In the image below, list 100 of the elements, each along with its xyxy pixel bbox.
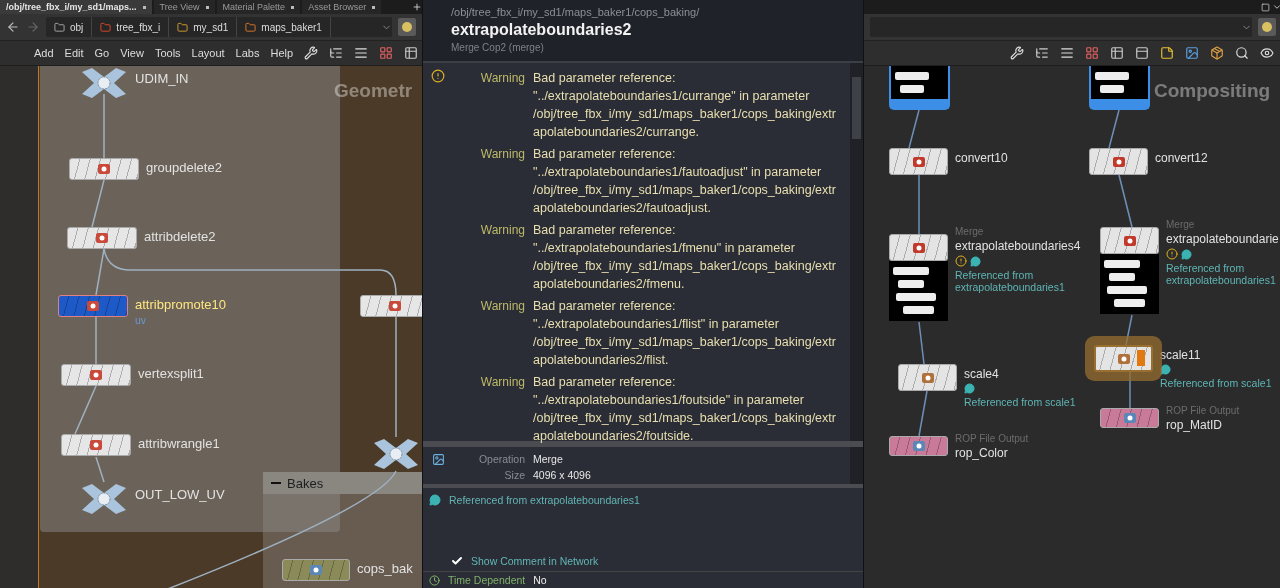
- wire: [95, 456, 105, 483]
- tools-icon[interactable]: [304, 46, 319, 60]
- node-tile[interactable]: [1100, 227, 1159, 254]
- node-tile[interactable]: [889, 234, 948, 261]
- image-node[interactable]: [1089, 66, 1150, 110]
- node-type: Merge Cop2 (merge): [451, 42, 545, 53]
- tools-icon[interactable]: [1010, 46, 1024, 60]
- node-comment: uv: [135, 314, 148, 326]
- node-tile[interactable]: [889, 148, 948, 175]
- node-tile[interactable]: [61, 364, 131, 386]
- breadcrumb[interactable]: tree_fbx_i: [92, 17, 170, 37]
- breadcrumb[interactable]: my_sd1: [169, 17, 238, 37]
- add-tab-icon[interactable]: [412, 2, 422, 12]
- message-level: Warning: [479, 298, 525, 315]
- image-node[interactable]: [889, 66, 950, 110]
- node-tile[interactable]: [360, 295, 422, 317]
- pane-tab[interactable]: Asset Browser: [302, 0, 382, 14]
- node-glyph-icon: [86, 300, 100, 312]
- wire: [918, 174, 920, 235]
- node-glyph-icon: [1122, 234, 1137, 247]
- node-comment: Referenced from extrapolateboundaries1: [955, 269, 1066, 293]
- node-type: ROP File Output: [955, 433, 1029, 444]
- message-text: Bad parameter reference: "../extrapolateboundaries1/flist" in parameter /obj/tree_fbx_i/my_sd1/maps_baker1/cops_baking/extrapolateboundaries2/flist.: [533, 298, 837, 369]
- node-tile[interactable]: [1100, 408, 1159, 428]
- menu-item[interactable]: Layout: [191, 47, 225, 59]
- search-icon[interactable]: [1235, 46, 1249, 60]
- menu-item[interactable]: Help: [270, 47, 294, 59]
- image-icon[interactable]: [1185, 46, 1199, 60]
- node-name: vertexsplit1: [138, 366, 204, 381]
- tab-menu-icon[interactable]: [372, 5, 376, 9]
- box-icon[interactable]: [1210, 46, 1224, 60]
- node-tile[interactable]: [889, 436, 948, 456]
- grid-icon[interactable]: [1110, 46, 1124, 60]
- square-icon[interactable]: [1261, 2, 1270, 12]
- back-arrow-icon[interactable]: [6, 20, 20, 34]
- pin-button[interactable]: [398, 18, 416, 36]
- comment-text: Referenced from extrapolateboundaries1: [449, 494, 640, 507]
- thumbnail-image: [889, 261, 948, 321]
- wire: [74, 385, 97, 435]
- node-tile[interactable]: [282, 559, 350, 581]
- pane-tab[interactable]: /obj/tree_fbx_i/my_sd1/maps...: [0, 0, 152, 14]
- wire: [1108, 109, 1120, 149]
- menu-item[interactable]: Labs: [235, 47, 260, 59]
- node-glyph-icon: [911, 155, 926, 168]
- tree-icon[interactable]: [329, 46, 344, 60]
- node-name: attribpromote10: [135, 297, 227, 312]
- wire: [1118, 174, 1133, 228]
- list-icon[interactable]: [1060, 46, 1074, 60]
- node-tile[interactable]: [69, 158, 139, 180]
- tab-menu-icon[interactable]: [291, 5, 295, 9]
- comment-icon: [964, 383, 975, 394]
- pin-button[interactable]: [1258, 18, 1276, 36]
- info-label: Time Dependent: [448, 574, 526, 586]
- grid-icon[interactable]: [404, 46, 419, 60]
- color-grid-icon[interactable]: [379, 46, 394, 60]
- node-comment: Referenced from scale1: [1160, 377, 1272, 389]
- scrollbar[interactable]: [850, 63, 863, 441]
- tree-icon[interactable]: [1035, 46, 1049, 60]
- caret-icon[interactable]: [1272, 2, 1280, 12]
- message-level: Warning: [479, 222, 525, 239]
- node-glyph-icon: [1122, 412, 1137, 424]
- wire: [918, 321, 925, 365]
- breadcrumb[interactable]: maps_baker1: [237, 17, 331, 37]
- warning-icon: [1166, 248, 1178, 260]
- pane-tab[interactable]: Tree View: [153, 0, 215, 14]
- node-tile[interactable]: [67, 227, 137, 249]
- info-value: 4096 x 4096: [533, 469, 592, 481]
- node-tile[interactable]: [1089, 148, 1148, 175]
- clock-icon: [429, 574, 440, 586]
- tab-menu-icon[interactable]: [205, 5, 209, 9]
- menu-item[interactable]: Add: [34, 47, 54, 59]
- node-tile[interactable]: [61, 434, 131, 456]
- list-icon[interactable]: [354, 46, 369, 60]
- menu-item[interactable]: View: [120, 47, 144, 59]
- node-type: Merge: [1166, 219, 1196, 230]
- color-grid-icon[interactable]: [1085, 46, 1099, 60]
- image-icon: [431, 452, 445, 466]
- layout-icon[interactable]: [1135, 46, 1149, 60]
- node-name: groupdelete2: [146, 160, 222, 175]
- tab-menu-icon[interactable]: [142, 5, 146, 9]
- menu-item[interactable]: Edit: [64, 47, 84, 59]
- checkbox[interactable]: [451, 555, 463, 567]
- info-value: Merge: [533, 453, 564, 465]
- eye-icon[interactable]: [1260, 46, 1274, 60]
- node-glyph-icon: [911, 241, 926, 254]
- node-tile[interactable]: [898, 364, 957, 391]
- scrollbar[interactable]: [850, 447, 863, 485]
- breadcrumb[interactable]: obj: [46, 17, 93, 37]
- wire: [95, 316, 97, 365]
- node-name: attribwrangle1: [138, 436, 220, 451]
- network-box-header[interactable]: Bakes: [263, 472, 422, 494]
- node-tile[interactable]: [58, 295, 128, 317]
- node-glyph-icon: [1116, 352, 1131, 365]
- menu-item[interactable]: Go: [94, 47, 110, 59]
- note-icon[interactable]: [1160, 46, 1174, 60]
- message-text: Bad parameter reference: "../extrapolateboundaries1/foutside" in parameter /obj/tree_fbx_i/my_sd1/maps_baker1/cops_baking/extrapolateboundaries2/foutside.: [533, 374, 837, 445]
- menu-item[interactable]: Tools: [154, 47, 181, 59]
- node-glyph-icon: [95, 232, 109, 244]
- pane-tab[interactable]: Material Palette: [216, 0, 301, 14]
- info-label: Operation: [477, 453, 525, 465]
